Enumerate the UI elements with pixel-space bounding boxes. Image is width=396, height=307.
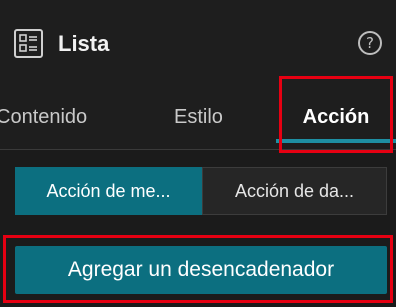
action-tab-highlight — [279, 76, 393, 153]
action-type-selector: Acción de me... Acción de da... — [15, 167, 387, 215]
data-action-button[interactable]: Acción de da... — [202, 167, 387, 215]
message-action-button[interactable]: Acción de me... — [15, 167, 202, 215]
list-icon — [14, 29, 43, 58]
panel-header: Lista ? — [0, 0, 396, 86]
panel-title: Lista — [58, 31, 110, 56]
add-trigger-button[interactable]: Agregar un desencadenador — [15, 246, 387, 294]
tab-content[interactable]: Contenido — [0, 86, 136, 150]
help-icon[interactable]: ? — [358, 31, 382, 55]
tab-style[interactable]: Estilo — [174, 86, 254, 150]
